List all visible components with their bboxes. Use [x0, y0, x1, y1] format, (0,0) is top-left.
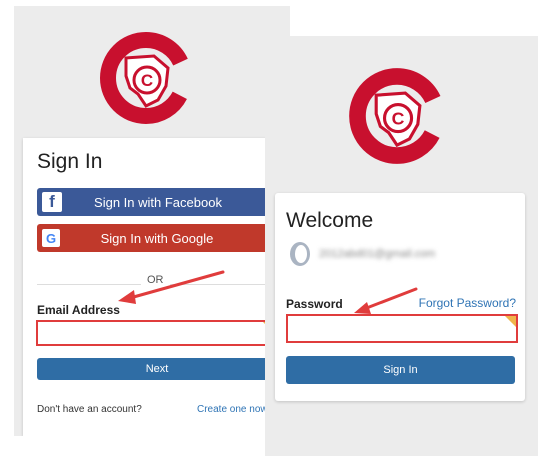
- user-avatar-icon: [290, 242, 310, 266]
- google-sign-in-label: Sign In with Google: [100, 230, 214, 246]
- email-field[interactable]: [36, 320, 276, 346]
- google-sign-in-button[interactable]: G Sign In with Google: [37, 224, 274, 252]
- create-account-link[interactable]: Create one now: [197, 404, 268, 415]
- facebook-icon: f: [42, 192, 62, 212]
- account-email: 2012abd01@gmail.com: [319, 248, 436, 260]
- sign-in-button[interactable]: Sign In: [286, 356, 515, 384]
- logo-c-emblem-icon: C: [349, 68, 445, 164]
- password-field[interactable]: [286, 314, 518, 343]
- page-title: Sign In: [37, 150, 103, 173]
- no-account-text: Don't have an account?: [37, 404, 142, 415]
- forgot-password-link[interactable]: Forgot Password?: [419, 296, 516, 310]
- annotation-arrow-icon: [118, 270, 225, 304]
- logo-c-emblem-icon: C: [100, 32, 192, 124]
- svg-text:C: C: [141, 71, 153, 90]
- next-button[interactable]: Next: [37, 358, 277, 380]
- facebook-sign-in-label: Sign In with Facebook: [94, 194, 222, 210]
- annotation-arrow-icon: [354, 287, 418, 314]
- page-title: Welcome: [286, 209, 374, 232]
- svg-text:C: C: [392, 108, 405, 128]
- facebook-sign-in-button[interactable]: f Sign In with Facebook: [37, 188, 274, 216]
- google-icon: G: [42, 229, 60, 247]
- welcome-screen: C Welcome 2012abd01@gmail.com Password F…: [265, 36, 538, 456]
- autofill-icon: [505, 316, 516, 327]
- sign-in-screen: C Sign In f Sign In with Facebook G Sign…: [14, 6, 290, 436]
- password-label: Password: [286, 297, 343, 311]
